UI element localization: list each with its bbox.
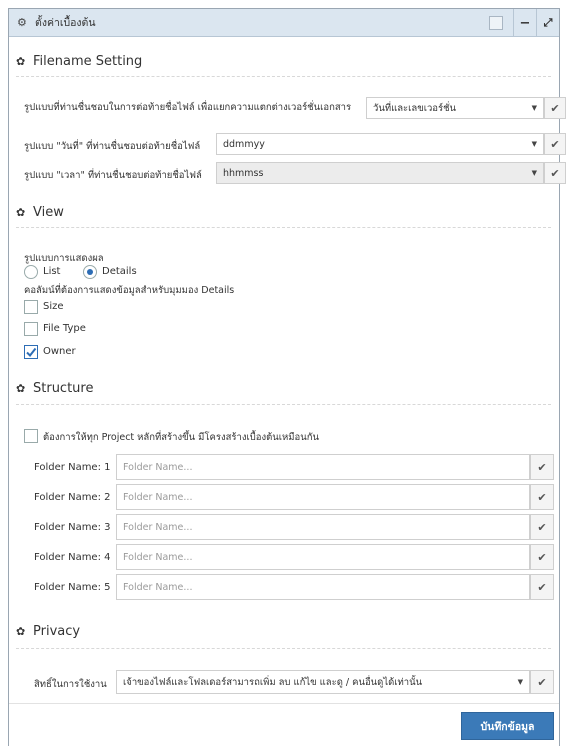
expand-icon[interactable]: ⤢ [537, 9, 559, 37]
section-structure-heading: ✿ Structure [16, 381, 94, 396]
check-icon: ✔ [537, 460, 547, 474]
divider [16, 76, 551, 77]
folder-name-1-label: Folder Name: 1 [34, 462, 111, 473]
checkbox-size-label: Size [43, 301, 64, 312]
filename-format-select[interactable]: วันที่และเลขเวอร์ชั่น ▼ [366, 97, 544, 119]
display-format-label: รูปแบบการแสดงผล [24, 253, 104, 264]
check-icon: ✔ [550, 101, 560, 115]
permission-confirm-button[interactable]: ✔ [530, 670, 554, 694]
window-title: ตั้งค่าเบื้องต้น [35, 17, 96, 29]
folder-name-2-confirm-button[interactable]: ✔ [530, 484, 554, 510]
checkbox-size[interactable] [24, 300, 38, 314]
radio-list[interactable] [24, 265, 38, 279]
date-format-label: รูปแบบ "วันที่" ที่ท่านชื่นชอบต่อท้ายชื่… [24, 141, 201, 152]
time-format-select[interactable]: hhmmss ▼ [216, 162, 544, 184]
radio-list-label: List [43, 266, 61, 277]
folder-name-3-input[interactable] [116, 514, 530, 540]
section-privacy-heading: ✿ Privacy [16, 624, 81, 639]
folder-name-4-confirm-button[interactable]: ✔ [530, 544, 554, 570]
check-icon: ✔ [537, 675, 547, 689]
caret-down-icon: ▼ [517, 678, 523, 686]
checkbox-file-type-label: File Type [43, 323, 86, 334]
check-icon: ✔ [537, 520, 547, 534]
folder-name-3-label: Folder Name: 3 [34, 522, 111, 533]
checkbox-owner[interactable] [24, 345, 38, 359]
columns-label: คอลัมน์ที่ต้องการแสดงข้อมูลสำหรับมุมมอง … [24, 285, 235, 296]
gear-icon: ✿ [16, 624, 26, 638]
filename-format-confirm-button[interactable]: ✔ [544, 97, 566, 119]
folder-name-2-label: Folder Name: 2 [34, 492, 111, 503]
folder-name-2-input[interactable] [116, 484, 530, 510]
checkbox-file-type[interactable] [24, 322, 38, 336]
footer-divider [9, 703, 559, 704]
folder-name-4-input[interactable] [116, 544, 530, 570]
checkbox-owner-label: Owner [43, 346, 76, 357]
check-icon: ✔ [537, 550, 547, 564]
filename-format-label: รูปแบบที่ท่านชื่นชอบในการต่อท้ายชื่อไฟล์… [24, 102, 352, 113]
section-filename-heading: ✿ Filename Setting [16, 54, 143, 69]
folder-name-3-confirm-button[interactable]: ✔ [530, 514, 554, 540]
check-icon: ✔ [550, 137, 560, 151]
caret-down-icon: ▼ [531, 169, 537, 177]
divider [16, 227, 551, 228]
date-format-confirm-button[interactable]: ✔ [544, 133, 566, 155]
gears-icon: ⚙ [17, 15, 27, 29]
radio-details-label: Details [102, 266, 137, 277]
date-format-select[interactable]: ddmmyy ▼ [216, 133, 544, 155]
same-structure-label: ต้องการให้ทุก Project หลักที่สร้างขึ้น ม… [43, 432, 319, 443]
window-titlebar[interactable]: ⚙ ตั้งค่าเบื้องต้น − ⤢ [9, 9, 559, 37]
gear-icon: ✿ [16, 205, 26, 219]
check-icon: ✔ [537, 490, 547, 504]
folder-name-1-input[interactable] [116, 454, 530, 480]
permission-label: สิทธิ์ในการใช้งาน [34, 679, 107, 690]
divider [16, 404, 551, 405]
permission-select[interactable]: เจ้าของไฟล์และโฟลเดอร์สามารถเพิ่ม ลบ แก้… [116, 670, 530, 694]
time-format-label: รูปแบบ "เวลา" ที่ท่านชื่นชอบต่อท้ายชื่อไ… [24, 170, 202, 181]
save-button[interactable]: บันทึกข้อมูล [461, 712, 554, 740]
divider [16, 648, 551, 649]
gear-icon: ✿ [16, 54, 26, 68]
window-option-box[interactable] [489, 16, 503, 30]
radio-details[interactable] [83, 265, 97, 279]
caret-down-icon: ▼ [531, 104, 537, 112]
check-icon: ✔ [550, 166, 560, 180]
folder-name-1-confirm-button[interactable]: ✔ [530, 454, 554, 480]
gear-icon: ✿ [16, 381, 26, 395]
check-icon [26, 347, 37, 358]
section-view-heading: ✿ View [16, 205, 64, 220]
caret-down-icon: ▼ [531, 140, 537, 148]
check-icon: ✔ [537, 580, 547, 594]
time-format-confirm-button[interactable]: ✔ [544, 162, 566, 184]
minimize-icon[interactable]: − [514, 9, 536, 37]
folder-name-5-input[interactable] [116, 574, 530, 600]
folder-name-5-confirm-button[interactable]: ✔ [530, 574, 554, 600]
folder-name-4-label: Folder Name: 4 [34, 552, 111, 563]
folder-name-5-label: Folder Name: 5 [34, 582, 111, 593]
checkbox-same-structure[interactable] [24, 429, 38, 443]
